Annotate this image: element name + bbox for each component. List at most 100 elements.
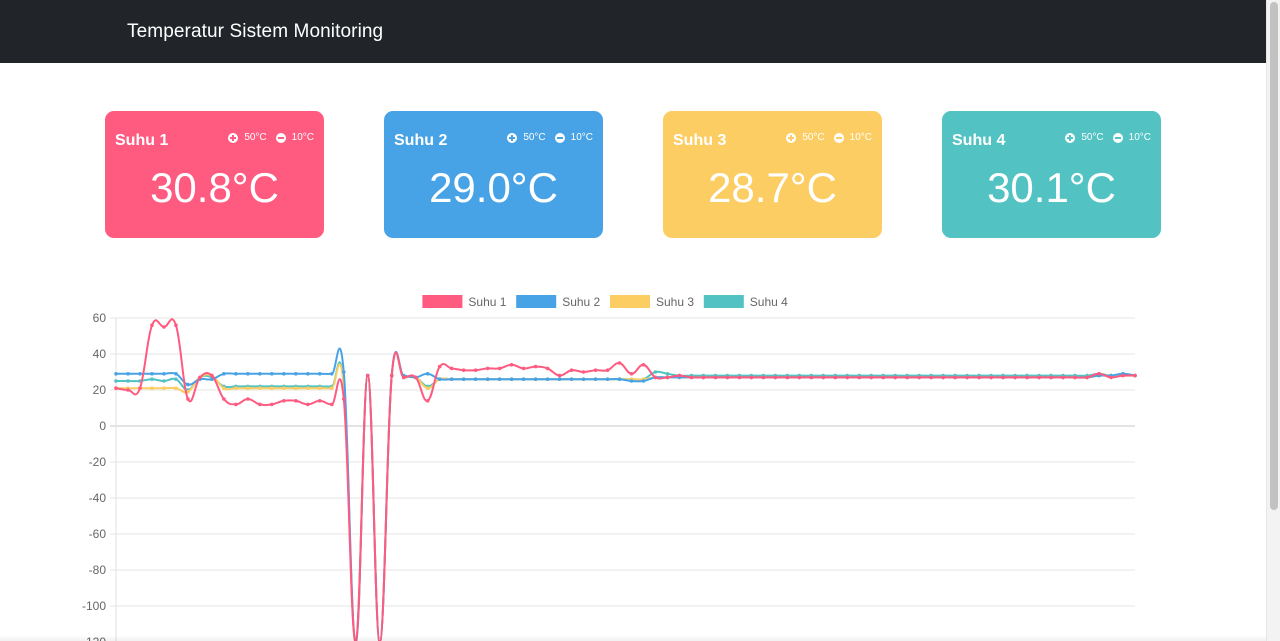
data-point xyxy=(497,377,502,381)
data-point xyxy=(713,375,718,380)
legend-label[interactable]: Suhu 4 xyxy=(750,295,788,309)
data-point xyxy=(653,375,658,380)
data-point xyxy=(809,375,814,380)
minus-circle-icon xyxy=(554,133,565,143)
card-title: Suhu 3 xyxy=(673,132,727,149)
data-point xyxy=(389,373,394,378)
legend-swatch[interactable] xyxy=(703,295,744,308)
navbar-brand[interactable]: Temperatur Sistem Monitoring xyxy=(127,20,383,44)
data-point xyxy=(210,373,214,378)
temperature-line-chart: 6040200-20-40-60-80-100-120Suhu 1Suhu 2S… xyxy=(82,295,1137,641)
data-point xyxy=(114,372,118,376)
max-limit-value: 50°C xyxy=(802,132,825,143)
data-point xyxy=(425,372,430,376)
legend-swatch[interactable] xyxy=(422,295,463,308)
data-point xyxy=(629,372,634,376)
data-point xyxy=(629,379,634,383)
data-point xyxy=(306,402,310,407)
data-point xyxy=(509,363,514,367)
data-point xyxy=(593,377,598,381)
data-point xyxy=(557,373,562,378)
navbar: Temperatur Sistem Monitoring xyxy=(0,0,1266,63)
sensor-card-suhu-3: Suhu 3 50°C 10°C 28.7°C xyxy=(663,111,882,238)
plus-circle-icon xyxy=(507,133,518,143)
scrollbar-thumb[interactable] xyxy=(1270,2,1278,510)
legend-label[interactable]: Suhu 1 xyxy=(468,295,506,309)
data-point xyxy=(138,372,142,376)
data-point xyxy=(150,377,154,381)
data-point xyxy=(1133,373,1137,378)
data-point xyxy=(749,375,754,380)
data-point xyxy=(593,368,598,372)
data-point xyxy=(869,375,874,380)
data-point xyxy=(725,375,730,380)
data-point xyxy=(545,377,550,381)
data-point xyxy=(797,375,802,380)
data-point xyxy=(222,372,226,376)
max-limit: 50°C xyxy=(228,132,267,144)
min-limit: 10°C xyxy=(554,132,593,144)
data-point xyxy=(198,375,202,380)
data-point xyxy=(1121,373,1125,378)
data-point xyxy=(1013,375,1017,380)
temperature-value: 30.1°C xyxy=(987,164,1116,211)
data-point xyxy=(761,375,766,380)
max-limit-value: 50°C xyxy=(244,132,267,143)
data-point xyxy=(953,375,957,380)
data-point xyxy=(329,386,334,390)
data-point xyxy=(282,399,286,403)
max-limit: 50°C xyxy=(1065,132,1104,144)
data-point xyxy=(533,377,538,381)
minus-circle-icon xyxy=(1112,133,1123,143)
card-title: Suhu 4 xyxy=(952,132,1006,149)
min-limit-value: 10°C xyxy=(849,132,872,143)
data-point xyxy=(186,397,190,401)
data-point xyxy=(270,386,274,390)
data-point xyxy=(329,372,334,376)
data-point xyxy=(150,372,154,376)
y-tick-label: -80 xyxy=(89,563,107,577)
data-point xyxy=(246,397,250,401)
data-point xyxy=(1049,375,1053,380)
data-point xyxy=(186,382,190,387)
data-point xyxy=(533,364,538,369)
y-tick-label: -60 xyxy=(89,527,107,541)
data-point xyxy=(989,375,993,380)
data-point xyxy=(581,370,586,374)
data-point xyxy=(461,368,466,372)
series-line-suhu-3 xyxy=(116,351,1135,641)
data-point xyxy=(545,366,550,371)
data-point xyxy=(1109,375,1113,380)
data-point xyxy=(318,399,322,403)
legend-label[interactable]: Suhu 3 xyxy=(656,295,694,309)
data-point xyxy=(294,372,298,376)
legend-label[interactable]: Suhu 2 xyxy=(562,295,600,309)
data-point xyxy=(425,399,430,403)
data-point xyxy=(473,368,478,372)
data-point xyxy=(162,386,166,390)
data-point xyxy=(857,375,862,380)
min-limit: 10°C xyxy=(275,132,314,144)
data-point xyxy=(1025,375,1029,380)
data-point xyxy=(258,386,262,390)
data-point xyxy=(665,372,670,376)
sensor-card-suhu-1: Suhu 1 50°C 10°C 30.8°C xyxy=(105,111,324,238)
data-point xyxy=(1085,375,1089,380)
vertical-scrollbar[interactable] xyxy=(1266,0,1280,641)
legend-swatch[interactable] xyxy=(516,295,557,308)
data-point xyxy=(653,370,658,374)
data-point xyxy=(965,375,969,380)
data-point xyxy=(785,375,790,380)
data-point xyxy=(150,386,154,390)
data-point xyxy=(306,372,310,376)
data-point xyxy=(341,397,346,401)
data-point xyxy=(258,372,262,376)
data-point xyxy=(234,372,238,376)
y-tick-label: -20 xyxy=(89,455,107,469)
legend-swatch[interactable] xyxy=(610,295,650,308)
data-point xyxy=(401,375,406,380)
data-point xyxy=(485,377,490,381)
data-point xyxy=(246,386,250,390)
data-point xyxy=(1097,372,1101,376)
data-point xyxy=(557,377,562,381)
